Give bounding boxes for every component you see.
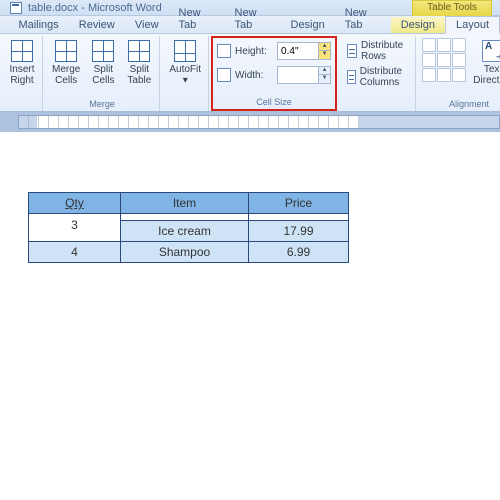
cell-qty[interactable]: 4 <box>29 242 121 263</box>
cell-item[interactable]: Ice cream <box>121 221 249 242</box>
distribute-rows-button[interactable]: Distribute Rows <box>347 40 407 62</box>
align-tr-button[interactable] <box>452 38 466 52</box>
group-autofit: AutoFit▾ <box>162 36 209 111</box>
distribute-columns-icon <box>347 70 356 84</box>
width-spinner[interactable]: ▲▼ <box>277 66 331 84</box>
insert-right-icon <box>11 40 33 62</box>
split-cells-label: SplitCells <box>92 64 114 86</box>
tab-new-1[interactable]: New Tab <box>169 5 225 33</box>
tab-mailings[interactable]: Mailings <box>8 17 68 33</box>
ribbon-tab-strip: Mailings Review View New Tab New Tab Des… <box>0 16 500 34</box>
width-label: Width: <box>235 70 273 81</box>
cell-size-group-label: Cell Size <box>217 96 331 109</box>
distribute-rows-icon <box>347 44 357 58</box>
alignment-group-label: Alignment <box>422 98 500 111</box>
table-tools-contextual-header: Table Tools <box>412 0 492 16</box>
group-alignment: A➔ TextDirection Alignment <box>418 36 500 111</box>
align-bc-button[interactable] <box>437 68 451 82</box>
horizontal-ruler[interactable] <box>18 115 500 129</box>
tab-design[interactable]: Design <box>281 17 335 33</box>
tab-new-3[interactable]: New Tab <box>335 5 391 33</box>
insert-right-button[interactable]: InsertRight <box>6 38 38 88</box>
split-cells-icon <box>92 40 114 62</box>
width-input[interactable] <box>278 70 318 81</box>
align-bl-button[interactable] <box>422 68 436 82</box>
cell-qty[interactable]: 3 <box>29 214 121 242</box>
split-table-button[interactable]: SplitTable <box>123 38 155 88</box>
split-table-icon <box>128 40 150 62</box>
width-up-button[interactable]: ▲ <box>318 67 330 75</box>
text-direction-icon: A➔ <box>482 40 500 62</box>
tab-new-2[interactable]: New Tab <box>225 5 281 33</box>
merge-cells-button[interactable]: MergeCells <box>49 38 83 88</box>
cell-item[interactable]: Shampoo <box>121 242 249 263</box>
align-mr-button[interactable] <box>452 53 466 67</box>
split-table-label: SplitTable <box>127 64 151 86</box>
ribbon: InsertRight MergeCells SplitCells SplitT… <box>0 34 500 112</box>
autofit-label: AutoFit▾ <box>169 64 201 86</box>
distribute-columns-button[interactable]: Distribute Columns <box>347 66 407 88</box>
align-tl-button[interactable] <box>422 38 436 52</box>
split-cells-button[interactable]: SplitCells <box>87 38 119 88</box>
distribute-columns-label: Distribute Columns <box>360 66 408 88</box>
tab-review[interactable]: Review <box>69 17 125 33</box>
document-table[interactable]: Qty Item Price 3 Ice cream 17.99 4 Shamp… <box>28 192 349 263</box>
height-down-button[interactable]: ▼ <box>318 51 330 59</box>
cell-price[interactable]: 6.99 <box>249 242 349 263</box>
distribute-rows-label: Distribute Rows <box>361 40 407 62</box>
height-spinner[interactable]: ▲▼ <box>277 42 331 60</box>
alignment-grid <box>422 38 466 82</box>
align-br-button[interactable] <box>452 68 466 82</box>
align-ml-button[interactable] <box>422 53 436 67</box>
document-title: table.docx - Microsoft Word <box>28 2 162 14</box>
align-mc-button[interactable] <box>437 53 451 67</box>
tab-table-design[interactable]: Design <box>391 17 445 33</box>
text-direction-button[interactable]: A➔ TextDirection <box>470 38 500 88</box>
height-label: Height: <box>235 46 273 57</box>
merge-cells-icon <box>55 40 77 62</box>
word-doc-icon <box>10 2 22 14</box>
height-icon <box>217 44 231 58</box>
ruler-area <box>0 112 500 132</box>
insert-right-label: InsertRight <box>9 64 34 86</box>
group-rows-cols: InsertRight <box>2 36 43 111</box>
group-distribute: Distribute Rows Distribute Columns <box>339 36 416 111</box>
table-row[interactable]: 4 Shampoo 6.99 <box>29 242 349 263</box>
autofit-icon <box>174 40 196 62</box>
header-item-cell[interactable]: Item <box>121 193 249 214</box>
table-row[interactable]: 3 <box>29 214 349 221</box>
autofit-button[interactable]: AutoFit▾ <box>166 38 204 88</box>
cell-price-blank[interactable] <box>249 214 349 221</box>
group-merge: MergeCells SplitCells SplitTable Merge <box>45 36 160 111</box>
tab-table-layout[interactable]: Layout <box>445 16 500 34</box>
merge-group-label: Merge <box>49 98 155 111</box>
header-price-cell[interactable]: Price <box>249 193 349 214</box>
header-qty-cell[interactable]: Qty <box>29 193 121 214</box>
width-down-button[interactable]: ▼ <box>318 75 330 83</box>
document-page: Qty Item Price 3 Ice cream 17.99 4 Shamp… <box>0 132 500 263</box>
table-header-row[interactable]: Qty Item Price <box>29 193 349 214</box>
height-input[interactable] <box>278 46 318 57</box>
group-cell-size: Height: ▲▼ Width: ▲▼ Cell Size <box>211 36 337 111</box>
cell-price[interactable]: 17.99 <box>249 221 349 242</box>
align-tc-button[interactable] <box>437 38 451 52</box>
merge-cells-label: MergeCells <box>52 64 80 86</box>
cell-item-blank[interactable] <box>121 214 249 221</box>
width-icon <box>217 68 231 82</box>
tab-view[interactable]: View <box>125 17 169 33</box>
height-up-button[interactable]: ▲ <box>318 43 330 51</box>
text-direction-label: TextDirection <box>473 64 500 86</box>
